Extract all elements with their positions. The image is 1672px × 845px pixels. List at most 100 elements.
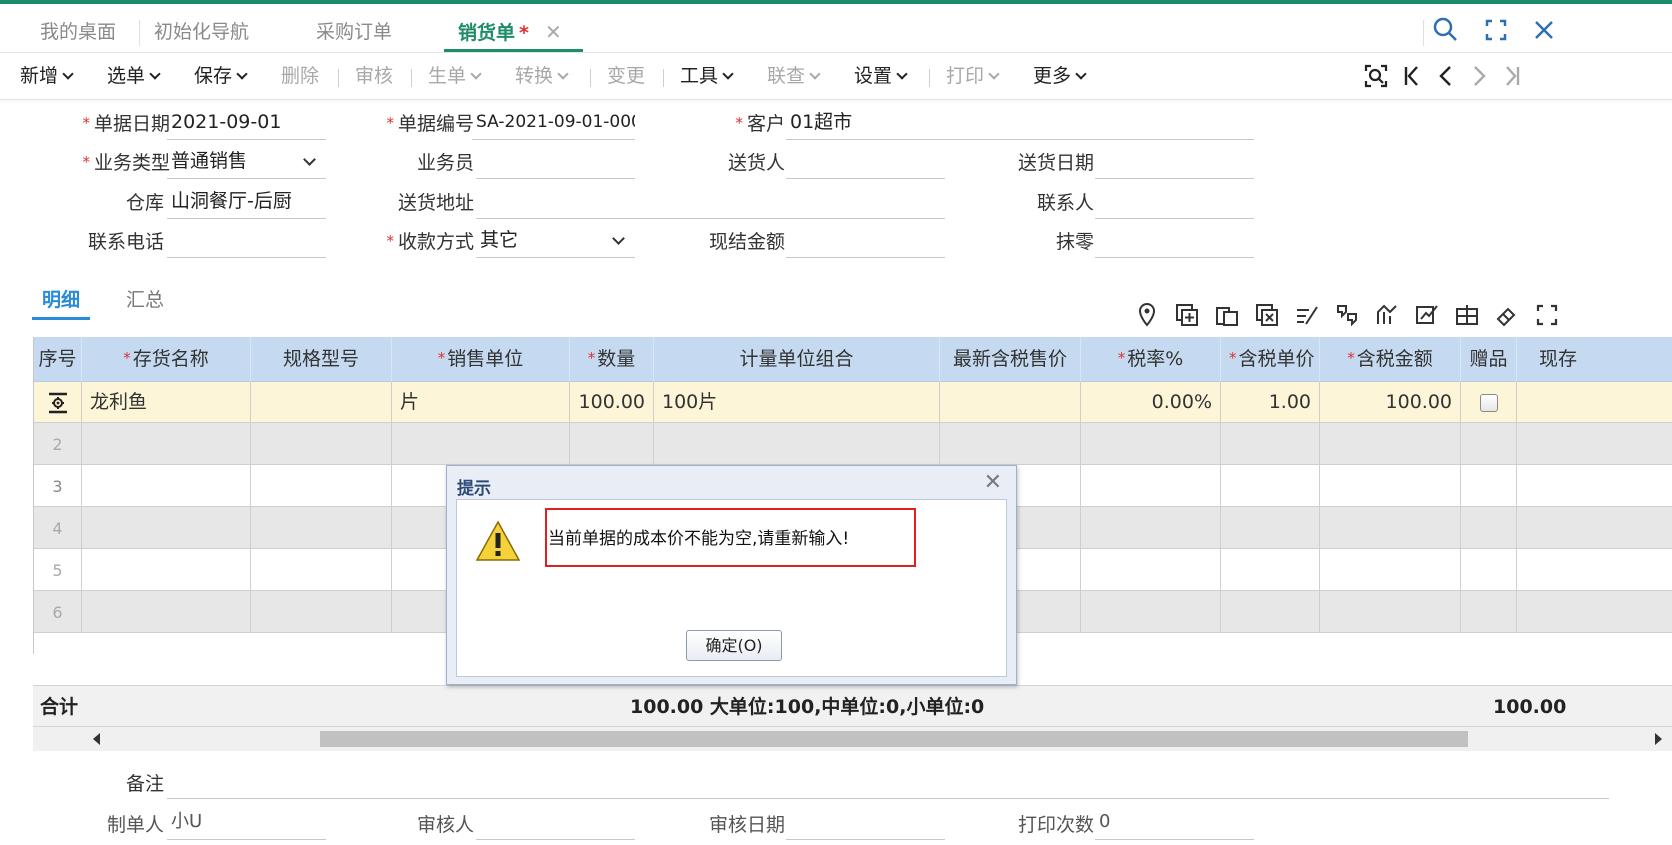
phone-field[interactable] — [167, 224, 326, 258]
empty-cell[interactable] — [82, 549, 251, 591]
fullscreen-icon[interactable] — [1480, 14, 1512, 46]
empty-cell[interactable] — [1081, 549, 1221, 591]
ok-button[interactable]: 确定(O) — [686, 630, 782, 661]
col-header-spec[interactable]: 规格型号 — [251, 337, 392, 382]
link-query-button[interactable]: 联查 — [767, 53, 821, 99]
close-window-icon[interactable] — [1528, 14, 1560, 46]
copy-row-icon[interactable] — [1212, 300, 1242, 330]
filter-tool-icon[interactable] — [1332, 300, 1362, 330]
tab-init-guide[interactable]: 初始化导航 — [154, 4, 249, 52]
tools-button[interactable]: 工具 — [680, 53, 734, 99]
gift-checkbox[interactable] — [1479, 393, 1498, 412]
empty-cell[interactable] — [1081, 591, 1221, 633]
deliverer-field[interactable] — [786, 145, 945, 179]
column-settings-icon[interactable] — [1452, 300, 1482, 330]
next-record-icon[interactable] — [1465, 62, 1493, 90]
empty-cell[interactable] — [1517, 507, 1672, 549]
col-header-unit[interactable]: * 销售单位 — [392, 337, 570, 382]
tab-detail[interactable]: 明细 — [32, 280, 91, 320]
tab-purchase-order[interactable]: 采购订单 — [316, 4, 392, 52]
col-header-tax-rate[interactable]: * 税率% — [1081, 337, 1221, 382]
customer-field[interactable]: 01超市 — [786, 106, 1254, 140]
empty-cell[interactable] — [1320, 465, 1461, 507]
empty-cell[interactable] — [1221, 591, 1320, 633]
empty-cell[interactable] — [940, 423, 1081, 465]
empty-cell[interactable] — [82, 507, 251, 549]
cell-spec[interactable] — [251, 382, 392, 423]
empty-cell[interactable] — [1461, 507, 1517, 549]
delivery-date-field[interactable] — [1095, 145, 1254, 179]
empty-cell[interactable] — [1221, 423, 1320, 465]
col-header-amount[interactable]: * 含税金额 — [1320, 337, 1461, 382]
empty-cell[interactable] — [1517, 549, 1672, 591]
empty-cell[interactable] — [1320, 423, 1461, 465]
scrollbar-thumb[interactable] — [320, 731, 1468, 747]
location-pin-icon[interactable] — [1132, 300, 1162, 330]
empty-cell[interactable] — [1320, 549, 1461, 591]
scroll-right-icon[interactable] — [1655, 733, 1662, 745]
save-button[interactable]: 保存 — [194, 53, 248, 99]
empty-cell[interactable] — [82, 465, 251, 507]
empty-cell[interactable] — [1221, 507, 1320, 549]
empty-cell[interactable] — [251, 507, 392, 549]
settings-button[interactable]: 设置 — [854, 53, 908, 99]
eraser-icon[interactable] — [1492, 300, 1522, 330]
scroll-left-icon[interactable] — [93, 733, 100, 745]
table-row[interactable]: 龙利鱼 片 100.00 100片 0.00% 1.00 100.00 — [34, 382, 1672, 423]
delete-button[interactable]: 删除 — [281, 53, 319, 99]
first-record-icon[interactable] — [1398, 62, 1426, 90]
empty-cell[interactable] — [82, 591, 251, 633]
address-field[interactable] — [476, 185, 945, 219]
tab-close-icon[interactable]: ✕ — [545, 20, 562, 44]
warehouse-field[interactable]: 山洞餐厅-后厨 — [167, 185, 326, 219]
cell-tax-rate[interactable]: 0.00% — [1081, 382, 1221, 423]
empty-cell[interactable] — [1461, 423, 1517, 465]
empty-cell[interactable] — [1517, 423, 1672, 465]
delete-row-icon[interactable] — [1252, 300, 1282, 330]
add-row-icon[interactable] — [1172, 300, 1202, 330]
audit-button[interactable]: 审核 — [355, 53, 393, 99]
last-record-icon[interactable] — [1498, 62, 1526, 90]
cell-unit[interactable]: 片 — [392, 382, 570, 423]
change-button[interactable]: 变更 — [607, 53, 645, 99]
empty-cell[interactable] — [251, 423, 392, 465]
biz-type-select[interactable]: 普通销售 — [167, 145, 326, 179]
cell-name[interactable]: 龙利鱼 — [82, 382, 251, 423]
doc-no-field[interactable]: SA-2021-09-01-0001 — [472, 106, 635, 140]
empty-cell[interactable] — [251, 549, 392, 591]
export-icon[interactable] — [1412, 300, 1442, 330]
dialog-close-icon[interactable]: ✕ — [984, 470, 1002, 495]
cell-unit-price[interactable]: 1.00 — [1221, 382, 1320, 423]
empty-cell[interactable] — [1221, 465, 1320, 507]
generate-button[interactable]: 生单 — [428, 53, 482, 99]
col-header-qty[interactable]: * 数量 — [570, 337, 654, 382]
empty-cell[interactable] — [1320, 507, 1461, 549]
payment-select[interactable]: 其它 — [476, 224, 635, 258]
previous-record-icon[interactable] — [1432, 62, 1460, 90]
empty-cell[interactable] — [1081, 465, 1221, 507]
salesman-field[interactable] — [476, 145, 635, 179]
cell-stock[interactable] — [1517, 382, 1672, 423]
table-row[interactable]: 2 — [34, 423, 1672, 465]
col-header-unit-combo[interactable]: 计量单位组合 — [654, 337, 940, 382]
expand-grid-icon[interactable] — [1532, 300, 1562, 330]
empty-cell[interactable] — [1320, 591, 1461, 633]
col-header-gift[interactable]: 赠品 — [1461, 337, 1517, 382]
empty-cell[interactable] — [654, 423, 940, 465]
tab-my-desktop[interactable]: 我的桌面 — [40, 4, 116, 52]
cash-field[interactable] — [786, 224, 945, 258]
cell-gift[interactable] — [1461, 382, 1517, 423]
col-header-unit-price[interactable]: * 含税单价 — [1221, 337, 1320, 382]
rounding-field[interactable] — [1095, 224, 1254, 258]
cell-unit-combo[interactable]: 100片 — [654, 382, 940, 423]
contact-field[interactable] — [1095, 185, 1254, 219]
cell-amount[interactable]: 100.00 — [1320, 382, 1461, 423]
col-header-stock[interactable]: 现存 — [1517, 337, 1672, 382]
new-button[interactable]: 新增 — [20, 53, 74, 99]
print-button[interactable]: 打印 — [946, 53, 1000, 99]
doc-date-field[interactable]: 2021-09-01 — [167, 106, 326, 140]
empty-cell[interactable] — [82, 423, 251, 465]
empty-cell[interactable] — [392, 423, 570, 465]
cell-latest-price[interactable] — [940, 382, 1081, 423]
remark-field[interactable] — [167, 765, 1609, 799]
